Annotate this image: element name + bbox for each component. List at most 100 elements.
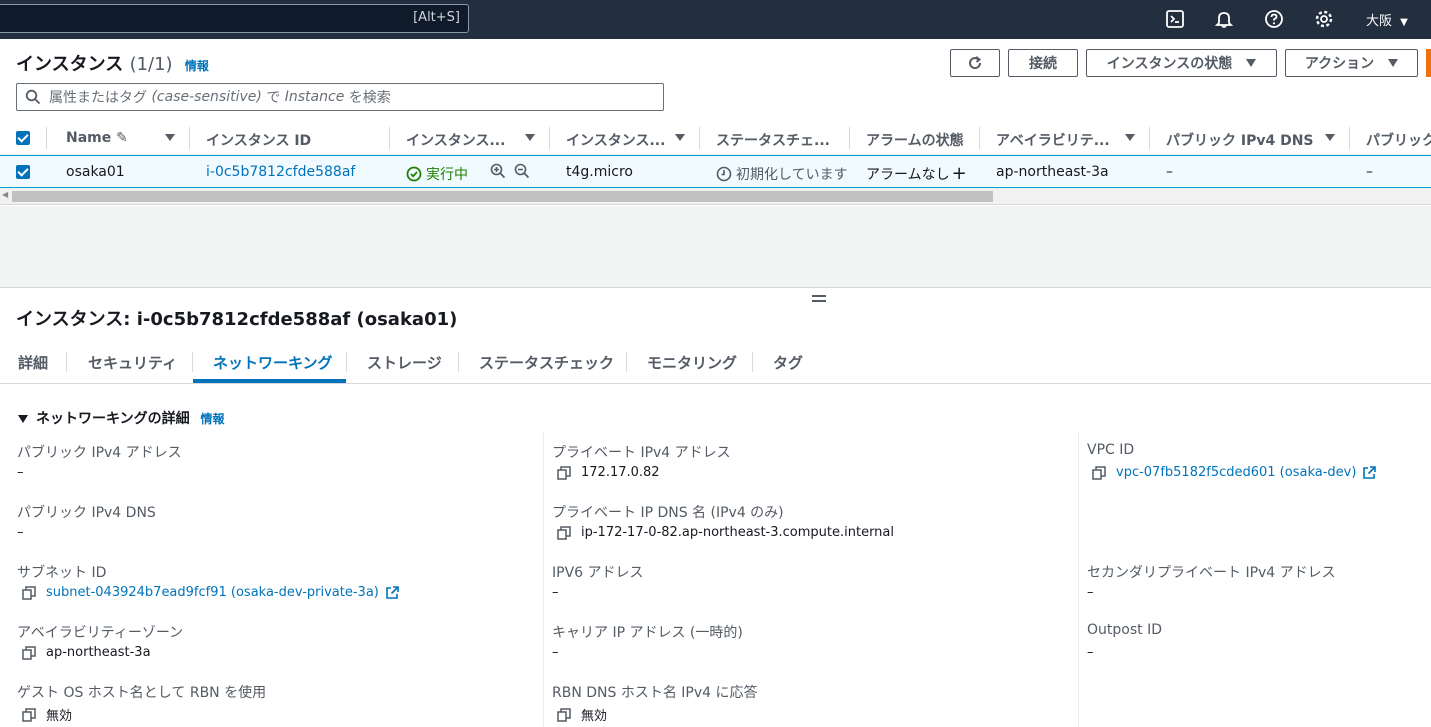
column-divider: [389, 127, 390, 149]
subnet-id-link[interactable]: subnet-043924b7ead9fcf91 (osaka-dev-priv…: [46, 585, 379, 600]
public-ipv4-address-value: –: [17, 465, 24, 480]
availability-zone-text: ap-northeast-3a: [46, 645, 151, 660]
networking-details-header[interactable]: ネットワーキングの詳細 情報: [18, 408, 224, 428]
tab-storage[interactable]: ストレージ: [367, 352, 442, 373]
horizontal-scrollbar[interactable]: ◀: [0, 188, 1431, 205]
launch-instance-button[interactable]: [1426, 49, 1431, 77]
column-header-instance-type[interactable]: インスタンス...: [566, 130, 665, 150]
column-divider: [543, 432, 544, 727]
sort-caret-icon[interactable]: [675, 134, 685, 141]
column-divider: [46, 127, 47, 149]
tab-divider: [626, 352, 627, 372]
instance-state-button[interactable]: インスタンスの状態: [1086, 49, 1277, 77]
gear-icon[interactable]: [1314, 9, 1334, 29]
copy-icon[interactable]: [557, 465, 571, 480]
tab-tags[interactable]: タグ: [773, 352, 803, 373]
instances-table-header: Name ✎ インスタンス ID インスタンス... インスタンス... ステー…: [0, 121, 1431, 155]
column-divider: [1149, 127, 1150, 149]
chevron-down-icon: ▼: [1400, 17, 1408, 28]
tab-divider: [458, 352, 459, 372]
active-tab-indicator: [193, 379, 346, 383]
filter-placeholder-prefix: 属性またはタグ: [49, 90, 147, 106]
copy-icon[interactable]: [1092, 465, 1106, 480]
instance-state-label: 実行中: [426, 167, 468, 183]
pencil-icon: ✎: [116, 130, 128, 146]
plus-icon[interactable]: +: [952, 165, 967, 183]
column-header-instance-id[interactable]: インスタンス ID: [206, 130, 311, 150]
cloudshell-icon[interactable]: [1165, 9, 1185, 29]
instances-title: インスタンス: [16, 54, 124, 75]
alarm-status-cell: アラームなし +: [866, 164, 967, 184]
tab-details[interactable]: 詳細: [18, 352, 48, 373]
split-panel-gap: [0, 206, 1431, 288]
scroll-left-arrow-icon[interactable]: ◀: [2, 190, 8, 199]
column-header-public-ip[interactable]: パブリック: [1366, 130, 1431, 150]
column-header-name[interactable]: Name ✎: [66, 130, 128, 146]
column-divider: [189, 127, 190, 149]
search-shortcut-hint: [Alt+S]: [413, 10, 460, 25]
section-info-link[interactable]: 情報: [200, 412, 224, 426]
external-link-icon[interactable]: [385, 585, 399, 600]
bell-icon[interactable]: [1214, 9, 1234, 29]
tab-divider: [66, 352, 67, 372]
rbn-dns-ipv4-value: 無効: [557, 705, 607, 724]
zoom-out-icon[interactable]: [514, 163, 530, 179]
subnet-id-value: subnet-043924b7ead9fcf91 (osaka-dev-priv…: [22, 585, 399, 600]
table-row[interactable]: osaka01 i-0c5b7812cfde588af 実行中 t4g.micr…: [0, 155, 1431, 188]
copy-icon[interactable]: [557, 707, 571, 722]
zoom-in-icon[interactable]: [490, 163, 506, 179]
sort-caret-icon[interactable]: [525, 134, 535, 141]
instance-type: t4g.micro: [566, 164, 633, 180]
vpc-id-label: VPC ID: [1087, 442, 1135, 458]
region-selector[interactable]: 大阪 ▼: [1366, 10, 1408, 29]
copy-icon[interactable]: [22, 707, 36, 722]
global-search-input[interactable]: [Alt+S]: [0, 4, 469, 33]
column-header-status-check[interactable]: ステータスチェ...: [716, 130, 830, 150]
instance-state-cell: 実行中: [406, 164, 468, 184]
column-header-alarm-status[interactable]: アラームの状態: [866, 130, 964, 150]
private-ipv4-address-label: プライベート IPv4 アドレス: [552, 445, 731, 461]
private-ip-dns-text: ip-172-17-0-82.ap-northeast-3.compute.in…: [581, 525, 895, 540]
sort-caret-icon[interactable]: [1125, 134, 1135, 141]
column-header-instance-state[interactable]: インスタンス...: [406, 130, 505, 150]
region-label: 大阪: [1366, 14, 1393, 29]
scrollbar-thumb[interactable]: [12, 191, 993, 202]
rbn-guest-hostname-label: ゲスト OS ホスト名として RBN を使用: [17, 685, 267, 701]
availability-zone: ap-northeast-3a: [996, 164, 1109, 180]
sort-caret-icon[interactable]: [165, 134, 175, 141]
outpost-id-label: Outpost ID: [1087, 622, 1162, 638]
public-dns: –: [1166, 164, 1173, 180]
instance-id-link[interactable]: i-0c5b7812cfde588af: [206, 164, 355, 180]
refresh-button[interactable]: [950, 49, 1000, 77]
column-header-public-dns[interactable]: パブリック IPv4 DNS: [1166, 130, 1314, 150]
instances-count: (1/1): [129, 54, 173, 75]
row-checkbox[interactable]: [16, 165, 30, 179]
actions-label: アクション: [1304, 56, 1375, 72]
rbn-dns-ipv4-label: RBN DNS ホスト名 IPv4 に応答: [552, 685, 758, 701]
external-link-icon[interactable]: [1362, 465, 1377, 480]
vpc-id-link[interactable]: vpc-07fb5182f5cded601 (osaka-dev): [1116, 465, 1356, 480]
tab-status-checks[interactable]: ステータスチェック: [479, 352, 614, 373]
sort-caret-icon[interactable]: [1325, 134, 1335, 141]
tab-monitoring[interactable]: モニタリング: [647, 352, 737, 373]
actions-button[interactable]: アクション: [1285, 49, 1418, 77]
instance-filter-input[interactable]: 属性またはタグ (case-sensitive) で Instance を検索: [16, 83, 664, 111]
connect-button[interactable]: 接続: [1008, 49, 1078, 77]
top-navigation-bar: [Alt+S] 大阪 ▼: [0, 0, 1431, 39]
column-divider: [849, 127, 850, 149]
copy-icon[interactable]: [22, 585, 36, 600]
instances-info-link[interactable]: 情報: [185, 59, 209, 73]
tab-security[interactable]: セキュリティ: [88, 352, 177, 373]
select-all-checkbox[interactable]: [16, 131, 30, 145]
copy-icon[interactable]: [557, 525, 571, 540]
check-circle-icon: [406, 166, 422, 182]
tab-divider: [346, 352, 347, 372]
filter-placeholder-case: (case-sensitive): [151, 89, 262, 105]
tab-networking[interactable]: ネットワーキング: [213, 352, 333, 373]
copy-icon[interactable]: [22, 645, 36, 660]
status-check-cell: 初期化しています: [716, 164, 848, 184]
column-header-availability-zone[interactable]: アベイラビリテ...: [996, 130, 1110, 150]
public-ipv4-dns-label: パブリック IPv4 DNS: [17, 505, 156, 521]
split-panel-resize-handle[interactable]: [812, 295, 826, 305]
help-icon[interactable]: [1264, 9, 1284, 29]
